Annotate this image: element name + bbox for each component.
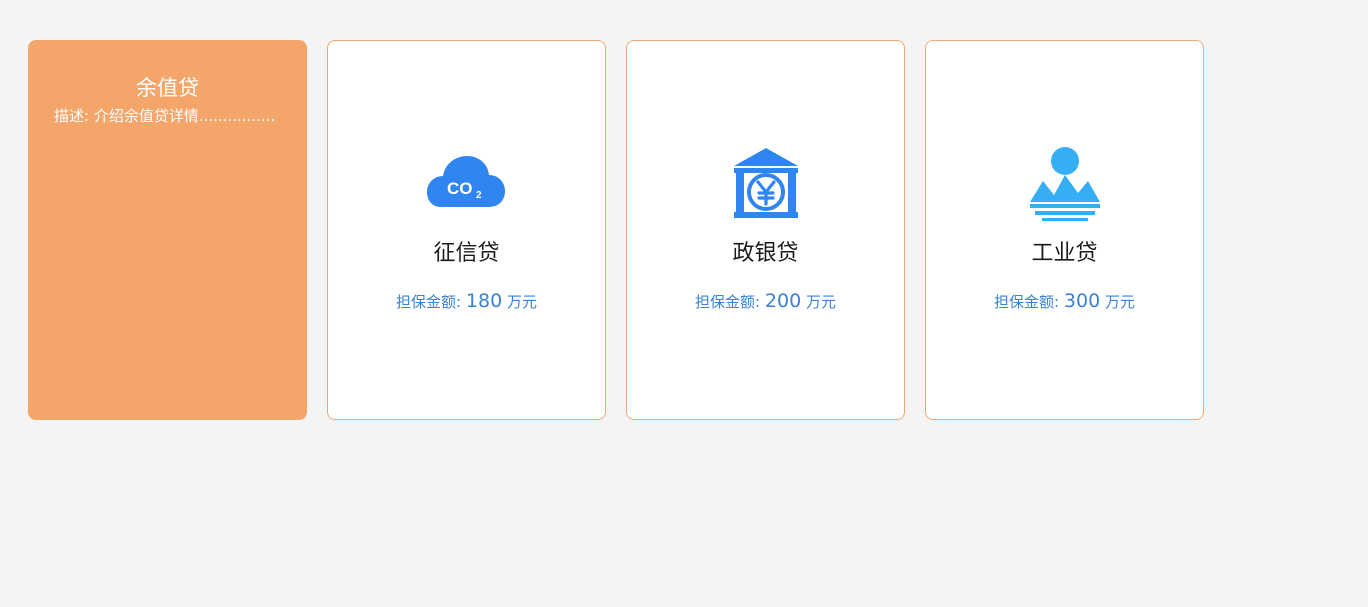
- product-card-zhengyindai[interactable]: 政银贷 担保金额: 200 万元: [626, 40, 905, 420]
- amount-value: 180: [465, 290, 503, 312]
- product-card-gongyedai[interactable]: 工业贷 担保金额: 300 万元: [925, 40, 1204, 420]
- sun-mountain-icon: [926, 145, 1203, 221]
- product-title: 征信贷: [433, 241, 500, 266]
- guarantee-amount: 担保金额: 300 万元: [926, 289, 1203, 314]
- svg-text:CO: CO: [447, 179, 473, 198]
- product-card-yuzhidai[interactable]: 余值贷 描述: 介绍余值贷详情................: [28, 40, 307, 420]
- amount-unit: 万元: [805, 293, 836, 311]
- amount-value: 300: [1063, 290, 1101, 312]
- amount-unit: 万元: [1104, 293, 1135, 311]
- loan-product-cards: 余值贷 描述: 介绍余值贷详情................ CO 2 征信贷…: [28, 40, 1204, 420]
- amount-value: 200: [764, 290, 802, 312]
- bank-yuan-icon: [627, 145, 904, 221]
- product-description: 描述: 介绍余值贷详情................: [54, 107, 276, 125]
- amount-label: 担保金额:: [695, 293, 761, 311]
- product-card-zhengxindai[interactable]: CO 2 征信贷 担保金额: 180 万元: [327, 40, 606, 420]
- product-title: 工业贷: [1031, 241, 1098, 266]
- guarantee-amount: 担保金额: 180 万元: [328, 289, 605, 314]
- guarantee-amount: 担保金额: 200 万元: [627, 289, 904, 314]
- co2-cloud-icon: CO 2: [328, 145, 605, 221]
- product-title: 余值贷: [136, 76, 199, 100]
- amount-label: 担保金额:: [396, 293, 462, 311]
- amount-unit: 万元: [506, 293, 537, 311]
- product-title: 政银贷: [732, 241, 799, 266]
- amount-label: 担保金额:: [994, 293, 1060, 311]
- svg-text:2: 2: [476, 190, 482, 201]
